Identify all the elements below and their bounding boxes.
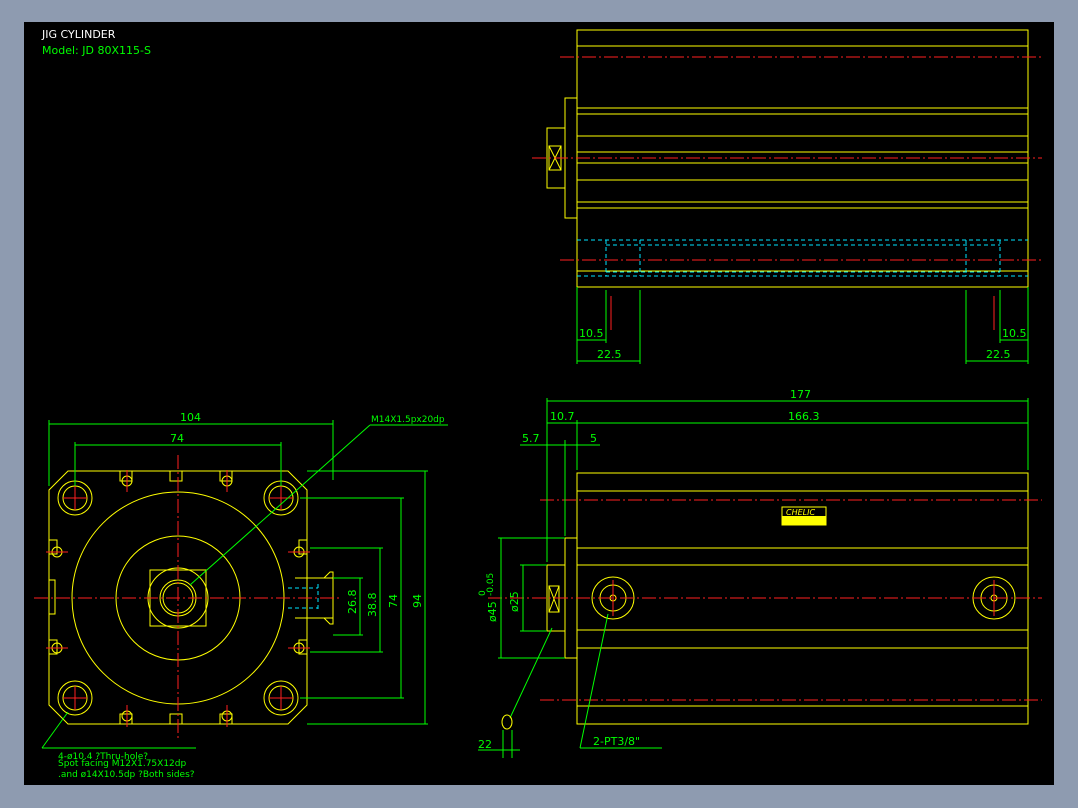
dim-top-left-a: 10.5 (579, 327, 604, 340)
brand-text: CHELIC (786, 508, 815, 517)
dim-tol-bot: -0.05 (486, 573, 496, 596)
note-ports: 2-PT3/8" (593, 735, 640, 748)
dim-top-left-b: 22.5 (597, 348, 622, 361)
dim-bolt-height: 74 (387, 594, 400, 608)
cad-drawing: JIG CYLINDER Model: JD 80X115-S 10.5 22.… (24, 22, 1054, 785)
note-thread: M14X1.5px20dp (371, 415, 445, 425)
dim-side-b: 5 (590, 432, 597, 445)
dim-front-width: 104 (180, 411, 201, 424)
dim-dia-45: ø45 (486, 601, 499, 622)
drawing-title: JIG CYLINDER (41, 28, 116, 41)
dim-front-height: 94 (411, 594, 424, 608)
dim-port-h2: 38.8 (366, 593, 379, 618)
dim-side-a: 5.7 (522, 432, 540, 445)
note-holes-3: .and ø14X10.5dp ?Both sides? (58, 770, 195, 780)
dim-side-body: 166.3 (788, 410, 820, 423)
dim-side-total: 177 (790, 388, 811, 401)
dim-top-right-b: 22.5 (986, 348, 1011, 361)
dim-side-rod: 10.7 (550, 410, 575, 423)
dim-pin-22: 22 (478, 738, 492, 751)
model-label: Model: JD 80X115-S (42, 44, 151, 57)
note-holes-2: Spot facing M12X1.75X12dp (58, 759, 186, 769)
dim-dia-25: ø25 (508, 591, 521, 612)
dim-port-h1: 26.8 (346, 590, 359, 615)
dim-top-right-a: 10.5 (1002, 327, 1027, 340)
dim-front-bolt-width: 74 (170, 432, 184, 445)
